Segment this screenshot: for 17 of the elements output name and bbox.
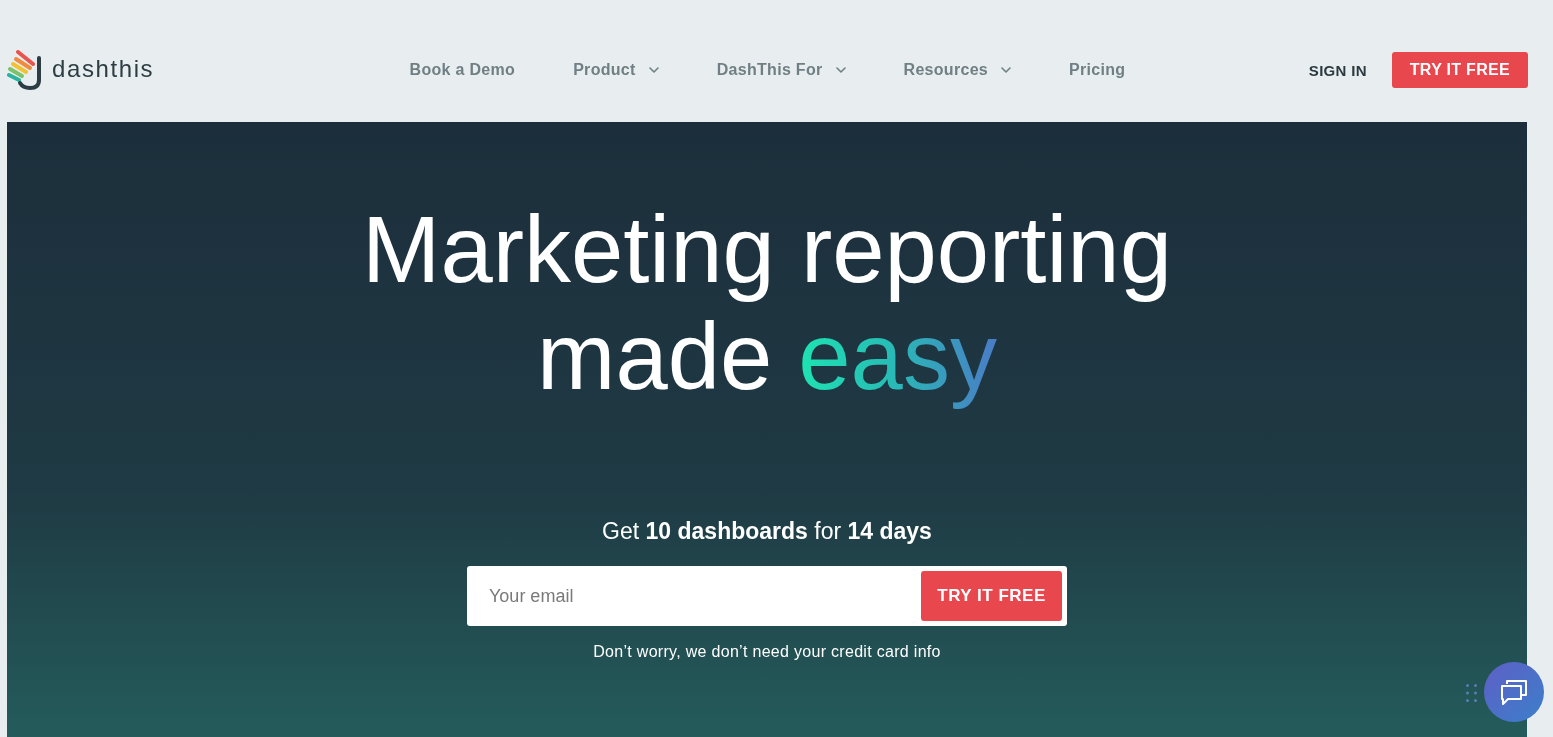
offer-text: Get 10 dashboards for 14 days bbox=[602, 517, 932, 546]
email-signup-form[interactable]: Your email TRY IT FREE bbox=[467, 566, 1067, 626]
speech-bubbles-icon bbox=[1500, 679, 1528, 705]
nav-link[interactable]: Book a Demo bbox=[409, 61, 516, 79]
email-field[interactable]: Your email bbox=[489, 571, 921, 621]
headline: Marketing reporting made easy bbox=[362, 196, 1172, 410]
nav-link[interactable]: Resources bbox=[903, 61, 1012, 79]
hand-stripes-logo-icon bbox=[7, 49, 42, 91]
nav-link[interactable]: Product bbox=[573, 61, 659, 79]
nav-link[interactable]: Pricing bbox=[1069, 61, 1126, 79]
sign-in-link[interactable]: SIGN IN bbox=[1308, 61, 1367, 79]
logo-link[interactable]: dashthis bbox=[7, 49, 155, 91]
try-free-button[interactable]: TRY IT FREE bbox=[1391, 52, 1528, 88]
drag-handle-icon[interactable] bbox=[1466, 684, 1477, 702]
nav-link[interactable]: DashThis For bbox=[716, 61, 846, 79]
credit-card-note: Don’t worry, we don’t need your credit card info bbox=[593, 642, 941, 662]
try-free-button[interactable]: TRY IT FREE bbox=[921, 571, 1062, 621]
